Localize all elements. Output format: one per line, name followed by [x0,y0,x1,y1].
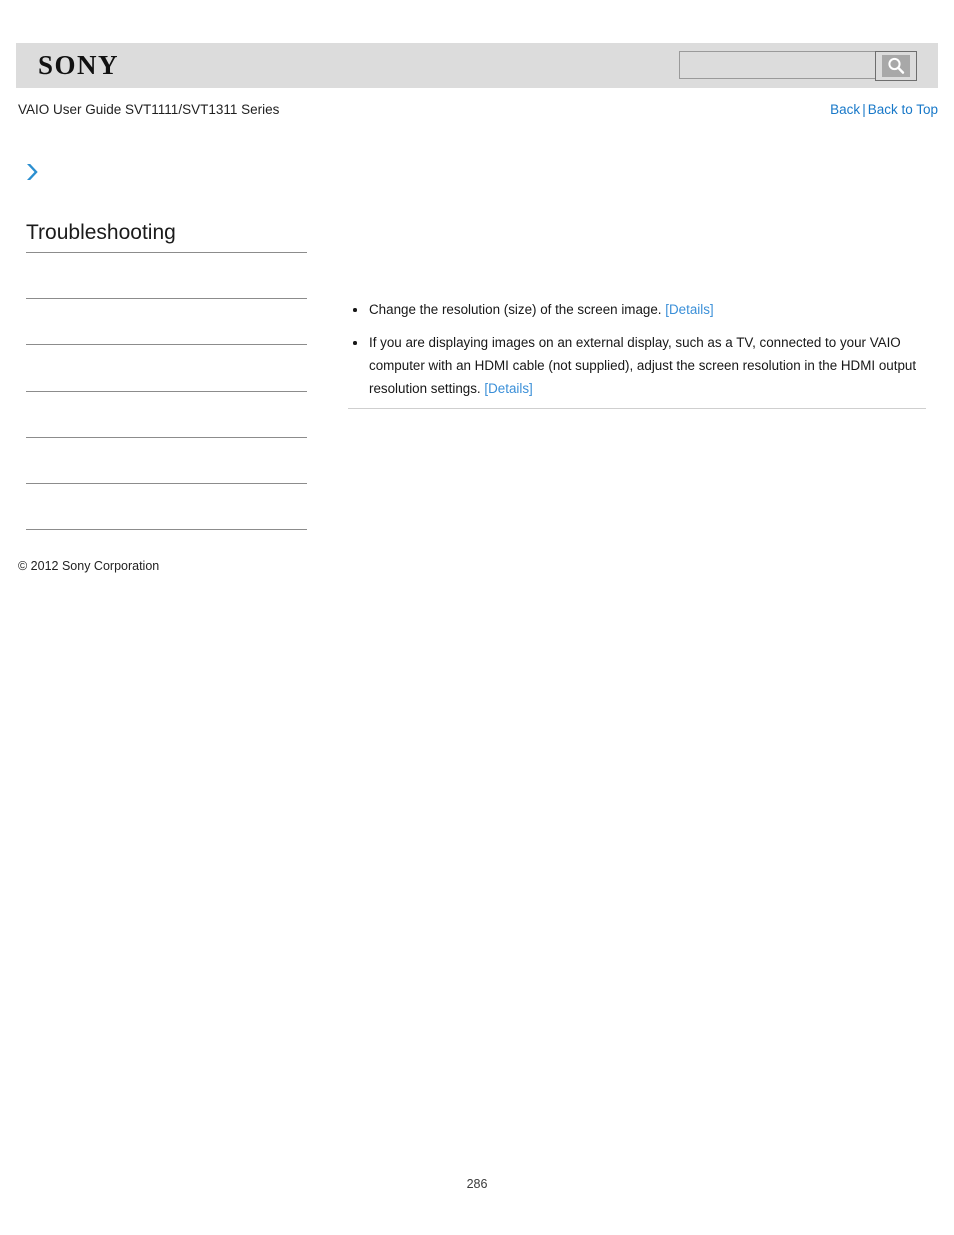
list-item-text: Change the resolution (size) of the scre… [369,302,662,317]
sidebar-item-4[interactable] [26,392,307,438]
content-divider [348,408,926,409]
list-item: If you are displaying images on an exter… [348,331,926,400]
header-nav-links: Back | Back to Top [830,101,938,119]
sidebar-item-6[interactable] [26,484,307,530]
copyright-notice: © 2012 Sony Corporation [18,559,160,573]
back-link[interactable]: Back [830,102,860,117]
search-input[interactable] [679,51,875,79]
details-link[interactable]: [Details] [484,381,532,396]
troubleshooting-list: Change the resolution (size) of the scre… [348,298,926,400]
sony-logo: SONY [38,50,120,80]
search-area [679,51,917,81]
list-item-text: If you are displaying images on an exter… [369,335,917,396]
details-link[interactable]: [Details] [665,302,713,317]
search-button[interactable] [875,51,917,81]
list-item: Change the resolution (size) of the scre… [348,298,926,321]
nav-separator: | [862,102,866,117]
sidebar: Troubleshooting [26,220,307,530]
sidebar-item-1[interactable] [26,253,307,299]
main-content: Change the resolution (size) of the scre… [348,298,926,400]
search-icon [882,55,910,77]
document-title: VAIO User Guide SVT1111/SVT1311 Series [18,102,280,117]
sidebar-item-2[interactable] [26,299,307,345]
header-bar: SONY [16,43,938,88]
page-title: Troubleshooting [26,220,307,253]
chevron-right-icon[interactable] [25,162,43,182]
sidebar-item-3[interactable] [26,345,307,392]
page-number: 286 [466,1177,488,1191]
back-to-top-link[interactable]: Back to Top [868,102,938,117]
sidebar-item-5[interactable] [26,438,307,484]
